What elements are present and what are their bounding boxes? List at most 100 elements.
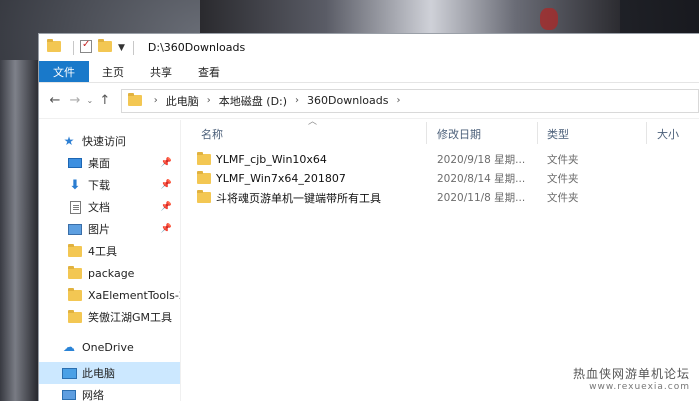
sidebar-item-this-pc[interactable]: 此电脑: [39, 362, 180, 384]
sidebar-item-label: 快速访问: [82, 135, 126, 148]
chevron-right-icon[interactable]: ›: [295, 95, 299, 106]
folder-icon: [67, 243, 83, 258]
sidebar-item-label: 4工具: [88, 245, 117, 258]
ribbon-tabs: 文件 主页 共享 查看: [39, 61, 699, 83]
sidebar-item-pictures[interactable]: 图片 📌: [39, 218, 180, 240]
chevron-right-icon[interactable]: ›: [396, 95, 400, 106]
sidebar-item-label: 此电脑: [82, 367, 115, 380]
column-header-type[interactable]: 类型: [547, 126, 569, 142]
watermark-title: 热血侠网游单机论坛: [572, 367, 690, 381]
file-type: 文件夹: [547, 192, 579, 204]
file-type: 文件夹: [547, 173, 579, 185]
sidebar-item-xaelementtools[interactable]: XaElementTools-2: [39, 284, 180, 306]
navigation-bar: ← → ⌄ ↑ › 此电脑 › 本地磁盘 (D:) › 360Downloads…: [39, 83, 699, 119]
sidebar-item-label: package: [88, 266, 135, 280]
sidebar-item-package[interactable]: package: [39, 262, 180, 284]
breadcrumb-360downloads[interactable]: 360Downloads: [307, 94, 388, 107]
tab-home[interactable]: 主页: [89, 61, 137, 82]
cloud-icon: ☁: [63, 340, 75, 354]
forward-arrow-icon[interactable]: →: [65, 93, 85, 108]
pin-icon: 📌: [160, 202, 172, 212]
address-bar[interactable]: › 此电脑 › 本地磁盘 (D:) › 360Downloads ›: [120, 88, 699, 113]
column-divider[interactable]: [537, 122, 538, 144]
folder-icon: [197, 171, 211, 184]
pin-icon: 📌: [160, 224, 172, 234]
download-icon: ⬇: [69, 177, 81, 193]
sidebar-item-4tools[interactable]: 4工具: [39, 240, 180, 262]
folder-icon: [67, 265, 83, 280]
folder-icon: [67, 309, 83, 324]
column-divider[interactable]: [426, 122, 427, 144]
breadcrumb-this-pc[interactable]: 此电脑: [166, 93, 199, 109]
wallpaper-art-left: [0, 60, 38, 401]
column-divider[interactable]: [646, 122, 647, 144]
file-name: YLMF_Win7x64_201807: [216, 172, 346, 185]
pin-icon: 📌: [160, 158, 172, 168]
sidebar-item-label: 笑傲江湖GM工具: [88, 311, 173, 324]
sidebar-item-label: OneDrive: [82, 340, 134, 354]
table-row[interactable]: YLMF_Win7x64_201807 2020/8/14 星期... 文件夹: [197, 169, 687, 188]
sidebar-item-label: 下载: [88, 179, 110, 192]
folder-icon: [67, 287, 83, 302]
explorer-window: ▼ D:\360Downloads 文件 主页 共享 查看 ← → ⌄ ↑ › …: [38, 33, 699, 401]
desktop-icon: [67, 156, 83, 170]
file-list: ︿ 名称 修改日期 类型 大小 YLMF_cjb_Win10x64 2020/9…: [181, 117, 699, 401]
column-header-size[interactable]: 大小: [657, 126, 679, 142]
folder-icon: [47, 38, 61, 55]
sidebar-item-label: 图片: [88, 223, 110, 236]
back-arrow-icon[interactable]: ←: [45, 93, 65, 108]
explorer-body: ★ 快速访问 桌面 📌 ⬇ 下载 📌 文档 📌 图片 📌 4工具 package…: [39, 117, 699, 401]
file-name: 斗将魂页游单机一键端带所有工具: [216, 191, 381, 205]
new-folder-icon[interactable]: [98, 38, 112, 55]
tab-share[interactable]: 共享: [137, 61, 185, 82]
document-icon: [67, 200, 83, 214]
computer-icon: [61, 366, 77, 380]
sidebar-item-onedrive[interactable]: ☁ OneDrive: [39, 336, 180, 358]
watermark-url: www.rexuexia.com: [589, 382, 690, 392]
properties-icon[interactable]: [80, 39, 92, 56]
file-modified: 2020/9/18 星期...: [437, 154, 526, 166]
up-arrow-icon[interactable]: ↑: [95, 93, 115, 108]
sidebar-item-desktop[interactable]: 桌面 📌: [39, 152, 180, 174]
divider: [73, 40, 74, 55]
recent-locations-chevron-icon[interactable]: ⌄: [85, 96, 95, 105]
breadcrumb-local-disk-d[interactable]: 本地磁盘 (D:): [219, 93, 287, 109]
sidebar-item-label: XaElementTools-2: [88, 288, 180, 302]
column-header-name[interactable]: 名称: [201, 126, 223, 142]
file-type: 文件夹: [547, 154, 579, 166]
customize-toolbar-chevron-icon[interactable]: ▼: [118, 43, 125, 53]
divider: [132, 40, 134, 55]
chevron-right-icon[interactable]: ›: [207, 95, 211, 106]
table-row[interactable]: 斗将魂页游单机一键端带所有工具 2020/11/8 星期... 文件夹: [197, 188, 687, 207]
wallpaper-art-accent: [540, 8, 558, 30]
folder-icon: [127, 93, 142, 106]
network-icon: [61, 388, 77, 401]
sidebar-item-gm-tools[interactable]: 笑傲江湖GM工具: [39, 306, 180, 328]
sidebar-item-label: 文档: [88, 201, 110, 214]
file-modified: 2020/8/14 星期...: [437, 173, 526, 185]
pin-icon: 📌: [160, 180, 172, 190]
folder-icon: [197, 190, 211, 203]
chevron-right-icon[interactable]: ›: [154, 95, 158, 106]
file-name: YLMF_cjb_Win10x64: [216, 153, 327, 166]
table-row[interactable]: YLMF_cjb_Win10x64 2020/9/18 星期... 文件夹: [197, 150, 687, 169]
sidebar-item-quick-access[interactable]: ★ 快速访问: [39, 130, 180, 152]
sort-ascending-icon: ︿: [308, 117, 318, 127]
sidebar-item-network[interactable]: 网络: [39, 384, 180, 401]
sidebar-item-label: 桌面: [88, 157, 110, 170]
column-header-row: ︿ 名称 修改日期 类型 大小: [181, 117, 699, 146]
sidebar-item-label: 网络: [82, 389, 104, 401]
column-header-modified[interactable]: 修改日期: [437, 126, 481, 142]
picture-icon: [67, 222, 83, 236]
sidebar-item-documents[interactable]: 文档 📌: [39, 196, 180, 218]
site-watermark: 热血侠网游单机论坛 www.rexuexia.com: [573, 365, 690, 392]
window-title: D:\360Downloads: [147, 41, 246, 54]
folder-icon: [197, 152, 211, 165]
sidebar-item-downloads[interactable]: ⬇ 下载 📌: [39, 174, 180, 196]
star-icon: ★: [63, 134, 75, 148]
file-modified: 2020/11/8 星期...: [437, 192, 526, 204]
tab-file[interactable]: 文件: [39, 61, 89, 82]
navigation-pane: ★ 快速访问 桌面 📌 ⬇ 下载 📌 文档 📌 图片 📌 4工具 package…: [39, 120, 181, 401]
tab-view[interactable]: 查看: [185, 61, 233, 82]
title-bar: ▼ D:\360Downloads: [39, 34, 699, 61]
